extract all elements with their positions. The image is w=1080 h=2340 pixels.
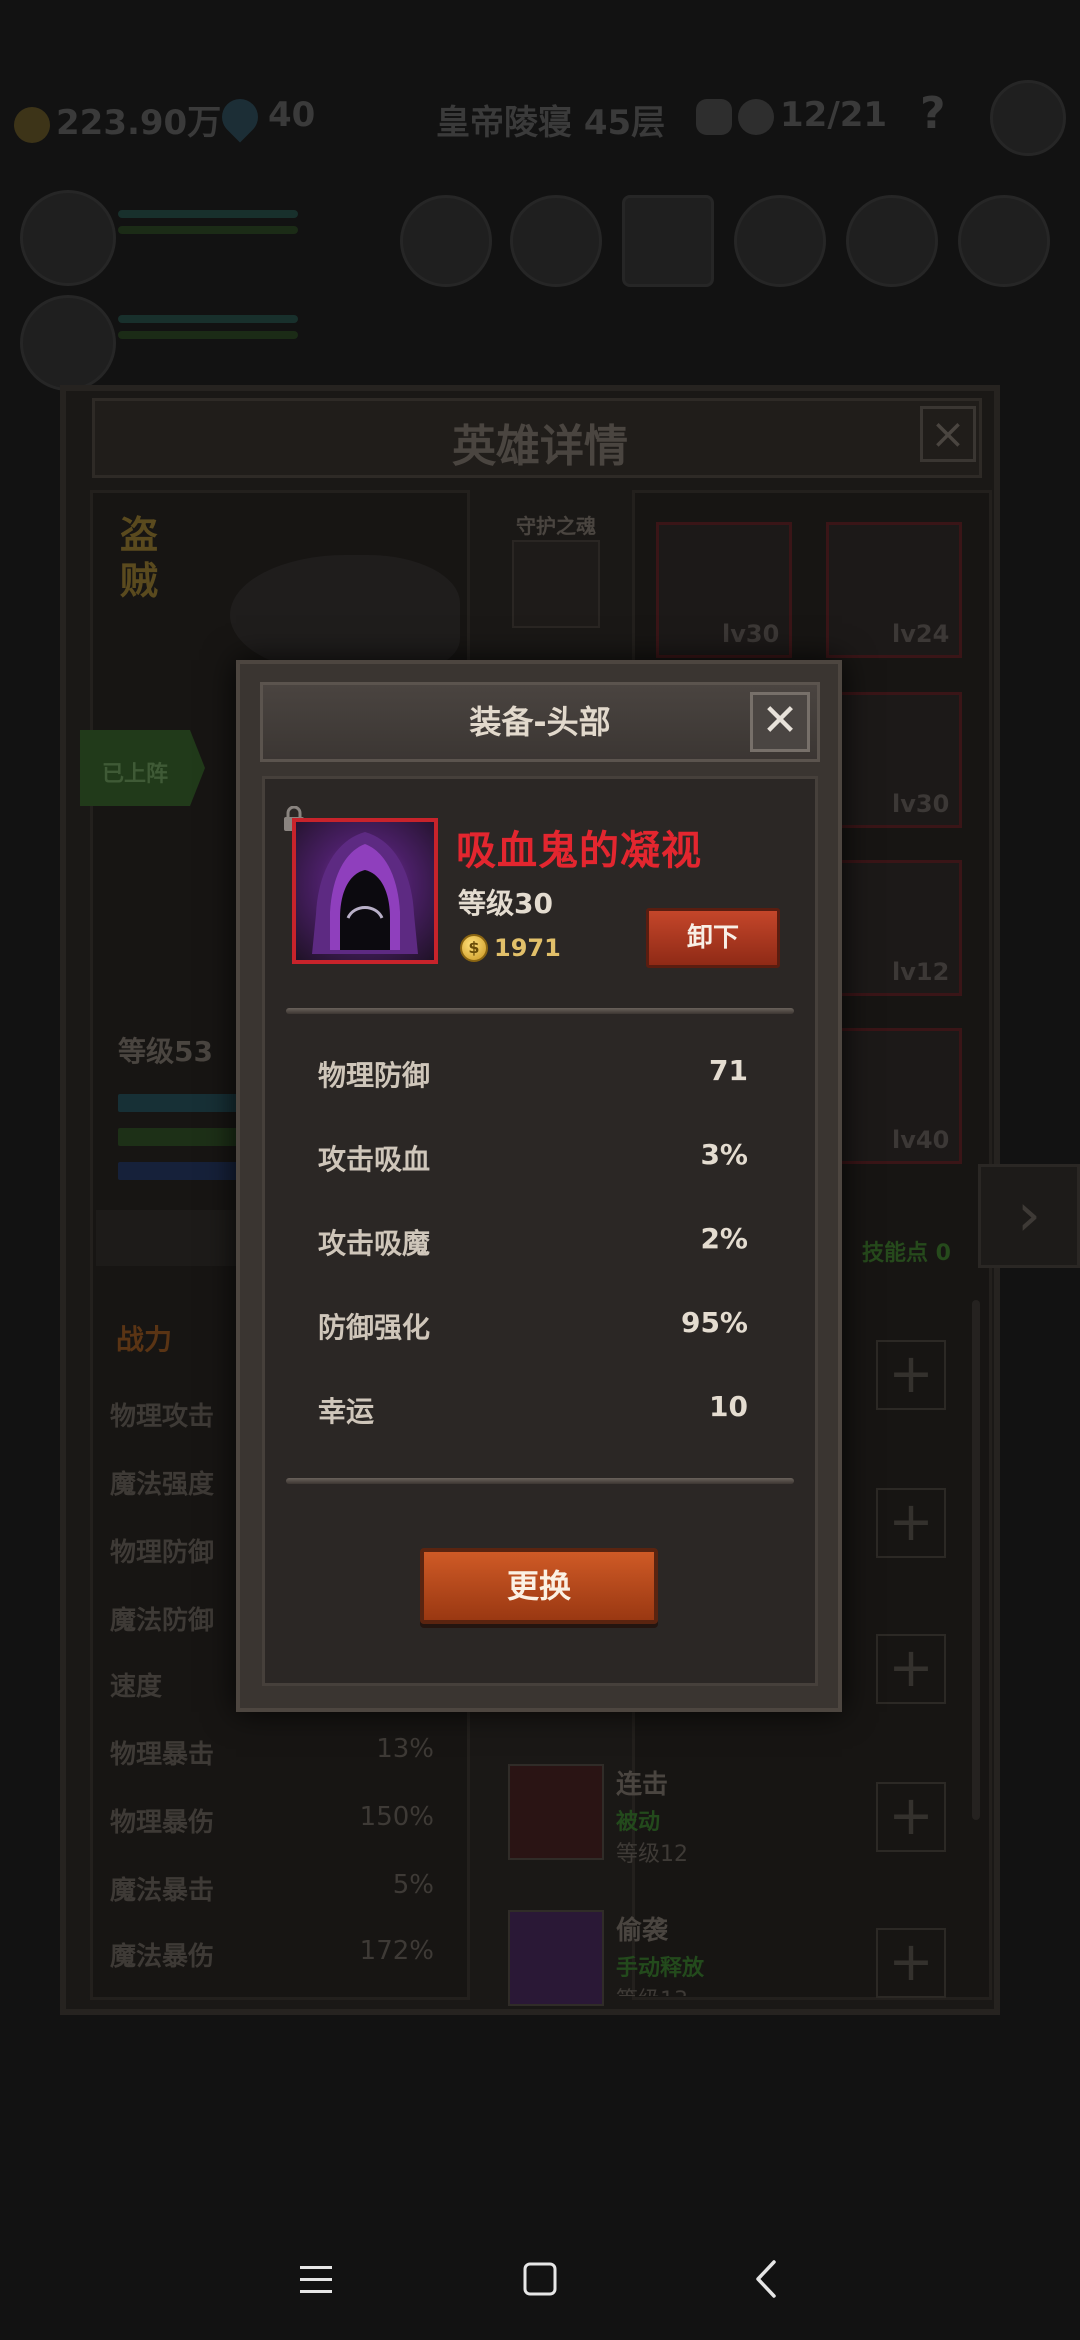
settings-icon[interactable] bbox=[990, 80, 1066, 156]
menu-icon[interactable] bbox=[276, 2240, 356, 2320]
gem-icon bbox=[214, 91, 266, 142]
skill-type: 被动 bbox=[616, 1810, 661, 1835]
close-icon[interactable]: ✕ bbox=[750, 692, 810, 752]
skill-type: 手动释放 bbox=[616, 1956, 705, 1981]
key-counter: 12/21 bbox=[696, 95, 887, 135]
unequip-button[interactable]: 卸下 bbox=[646, 908, 780, 968]
hood-icon bbox=[312, 832, 418, 954]
deployed-label: 已上阵 bbox=[102, 762, 169, 787]
attribute-name: 幸运 bbox=[318, 1395, 375, 1428]
coin-icon: $ bbox=[460, 934, 488, 962]
gold-counter: 223.90万 bbox=[14, 95, 221, 144]
equipment-level: lv24 bbox=[892, 620, 950, 648]
attribute-value: 10 bbox=[709, 1390, 748, 1423]
replace-button[interactable]: 更换 bbox=[420, 1548, 658, 1624]
skill-upgrade-button[interactable]: + bbox=[876, 1488, 946, 1558]
skill-points: 技能点 0 bbox=[862, 1241, 951, 1266]
back-chevron-icon[interactable] bbox=[728, 2240, 808, 2320]
menu-slot-icon[interactable] bbox=[622, 195, 714, 287]
guardian-soul-label: 守护之魂 bbox=[516, 514, 596, 538]
skill-upgrade-button[interactable]: + bbox=[876, 1634, 946, 1704]
skills-scrollbar[interactable] bbox=[972, 1300, 980, 1820]
hero-detail-close-button[interactable]: × bbox=[920, 406, 976, 462]
equipment-level: lv30 bbox=[892, 790, 950, 818]
skill-level: 等级12 bbox=[616, 1842, 688, 1867]
item-name: 吸血鬼的凝视 bbox=[456, 828, 702, 874]
hero-level: 等级53 bbox=[118, 1035, 213, 1068]
skill-upgrade-button[interactable]: + bbox=[876, 1928, 946, 1998]
stat-value: 172% bbox=[359, 1936, 434, 1966]
modal-title: 装备-头部 bbox=[469, 703, 611, 741]
stat-label: 魔法暴伤 bbox=[110, 1942, 215, 1972]
equipment-level: lv30 bbox=[722, 620, 780, 648]
divider bbox=[286, 1008, 794, 1014]
item-level: 等级30 bbox=[458, 887, 553, 920]
equipped-item-slot[interactable] bbox=[292, 818, 438, 964]
attribute-name: 攻击吸魔 bbox=[318, 1227, 431, 1260]
attribute-value: 3% bbox=[700, 1138, 748, 1171]
stat-label: 魔法强度 bbox=[110, 1470, 215, 1500]
skill-upgrade-button[interactable]: + bbox=[876, 1782, 946, 1852]
attribute-value: 71 bbox=[709, 1054, 748, 1087]
attribute-value: 2% bbox=[700, 1222, 748, 1255]
equipment-level: lv12 bbox=[892, 958, 950, 986]
stat-label: 物理暴伤 bbox=[110, 1808, 215, 1838]
hero-class: 盗贼 bbox=[120, 513, 159, 603]
skill-level: 等级13 bbox=[616, 1982, 688, 1996]
menu-slot-icon[interactable] bbox=[734, 195, 826, 287]
menu-slot-icon[interactable] bbox=[958, 195, 1050, 287]
exp-bar bbox=[118, 1128, 238, 1146]
stat-label: 物理防御 bbox=[110, 1538, 215, 1568]
stat-value: 13% bbox=[376, 1734, 434, 1764]
skill-name: 偷袭 bbox=[616, 1916, 669, 1946]
attribute-name: 物理防御 bbox=[318, 1059, 431, 1092]
mp-bar bbox=[118, 226, 298, 234]
next-hero-arrow-icon[interactable]: › bbox=[978, 1164, 1080, 1268]
stat-label: 魔法防御 bbox=[110, 1606, 215, 1636]
key-icon bbox=[696, 98, 732, 135]
divider bbox=[286, 1478, 794, 1484]
hero-sprite bbox=[230, 555, 460, 675]
dungeon-location: 皇帝陵寝 45层 bbox=[436, 103, 666, 143]
skull-icon bbox=[738, 98, 774, 135]
menu-slot-icon[interactable] bbox=[510, 195, 602, 287]
attribute-name: 防御强化 bbox=[318, 1311, 431, 1344]
home-square-icon[interactable] bbox=[500, 2240, 580, 2320]
exp-bar bbox=[118, 1094, 238, 1112]
stat-label: 物理攻击 bbox=[110, 1402, 215, 1432]
stat-value: 150% bbox=[359, 1802, 434, 1832]
gem-counter: 40 bbox=[214, 91, 315, 142]
item-sell-price: 1971 bbox=[494, 934, 561, 962]
stat-label: 物理暴击 bbox=[110, 1740, 215, 1770]
guardian-soul-slot[interactable] bbox=[512, 540, 600, 628]
stat-label: 魔法暴击 bbox=[110, 1876, 215, 1906]
gold-coin-icon bbox=[14, 106, 50, 143]
skill-icon-combo[interactable] bbox=[508, 1764, 604, 1860]
attribute-name: 攻击吸血 bbox=[318, 1143, 431, 1176]
hero-detail-title: 英雄详情 bbox=[452, 421, 628, 472]
mp-bar bbox=[118, 331, 298, 339]
stat-value: 5% bbox=[392, 1870, 434, 1900]
help-button[interactable]: ? bbox=[920, 88, 946, 139]
skill-name: 连击 bbox=[616, 1770, 669, 1800]
stat-label: 速度 bbox=[110, 1672, 163, 1702]
skill-icon-ambush[interactable] bbox=[508, 1910, 604, 2006]
attribute-value: 95% bbox=[680, 1306, 748, 1339]
menu-slot-icon[interactable] bbox=[846, 195, 938, 287]
skill-upgrade-button[interactable]: + bbox=[876, 1340, 946, 1410]
hp-bar bbox=[118, 210, 298, 218]
hp-bar bbox=[118, 315, 298, 323]
menu-slot-icon[interactable] bbox=[400, 195, 492, 287]
hero-avatar[interactable] bbox=[20, 295, 116, 391]
combat-power-label: 战力 bbox=[116, 1323, 173, 1356]
equipment-level: lv40 bbox=[892, 1126, 950, 1154]
exp-bar bbox=[118, 1162, 238, 1180]
hero-avatar[interactable] bbox=[20, 190, 116, 286]
